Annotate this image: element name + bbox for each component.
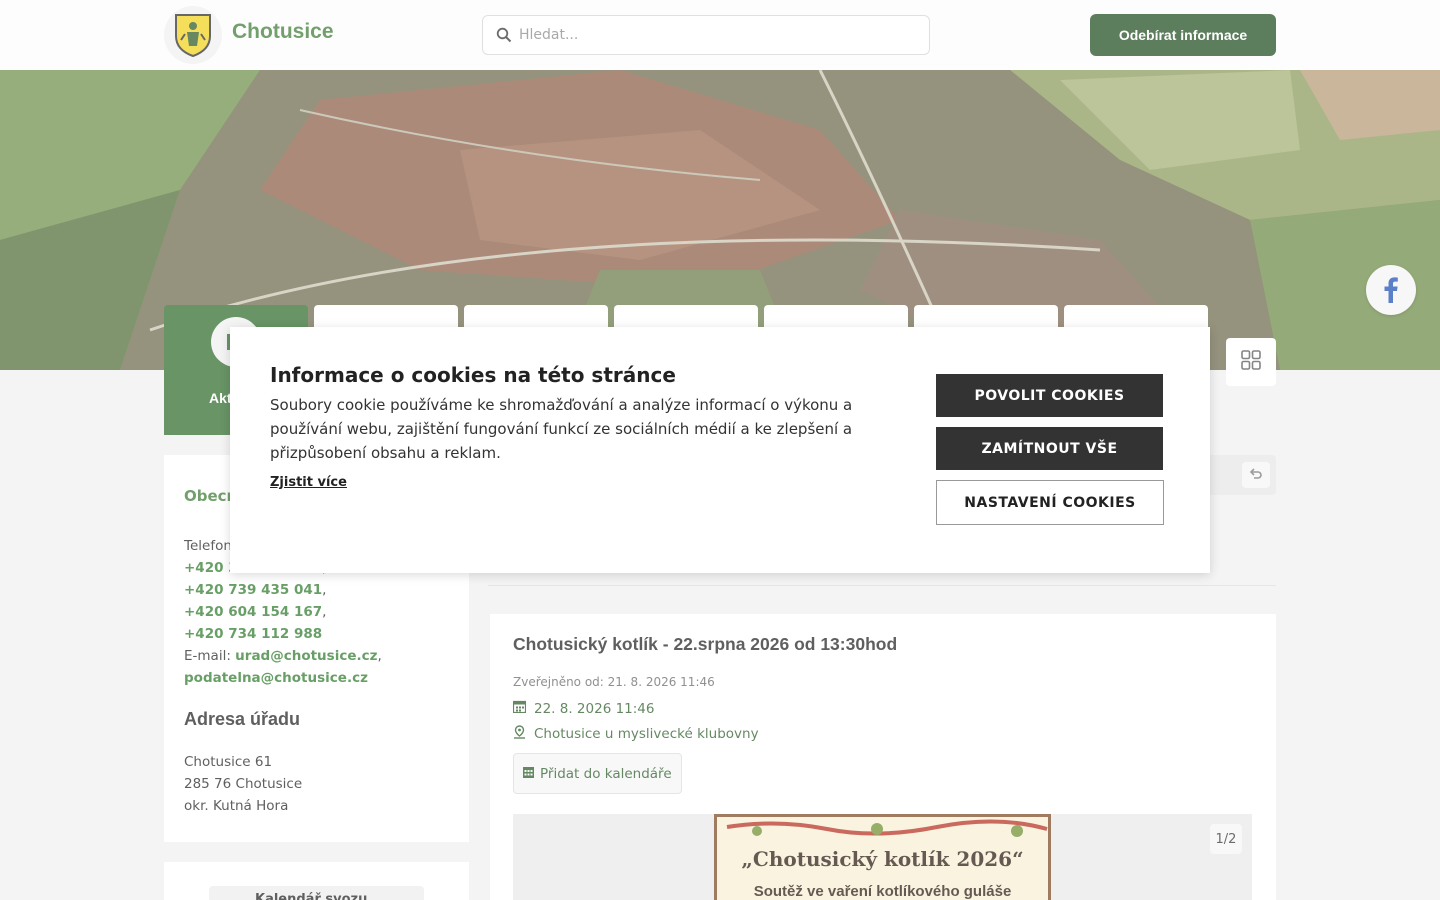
cookie-consent-dialog: Informace o cookies na této stránce Soub…	[230, 327, 1210, 573]
cookie-title: Informace o cookies na této stránce	[270, 363, 676, 387]
cookie-description: Soubory cookie používáme ke shromažďován…	[270, 396, 853, 462]
learn-more-link[interactable]: Zjistit více	[270, 475, 347, 490]
allow-cookies-button[interactable]: POVOLIT COOKIES	[936, 374, 1163, 417]
cookie-settings-button[interactable]: NASTAVENÍ COOKIES	[936, 480, 1164, 525]
reject-all-button[interactable]: ZAMÍTNOUT VŠE	[936, 427, 1163, 470]
